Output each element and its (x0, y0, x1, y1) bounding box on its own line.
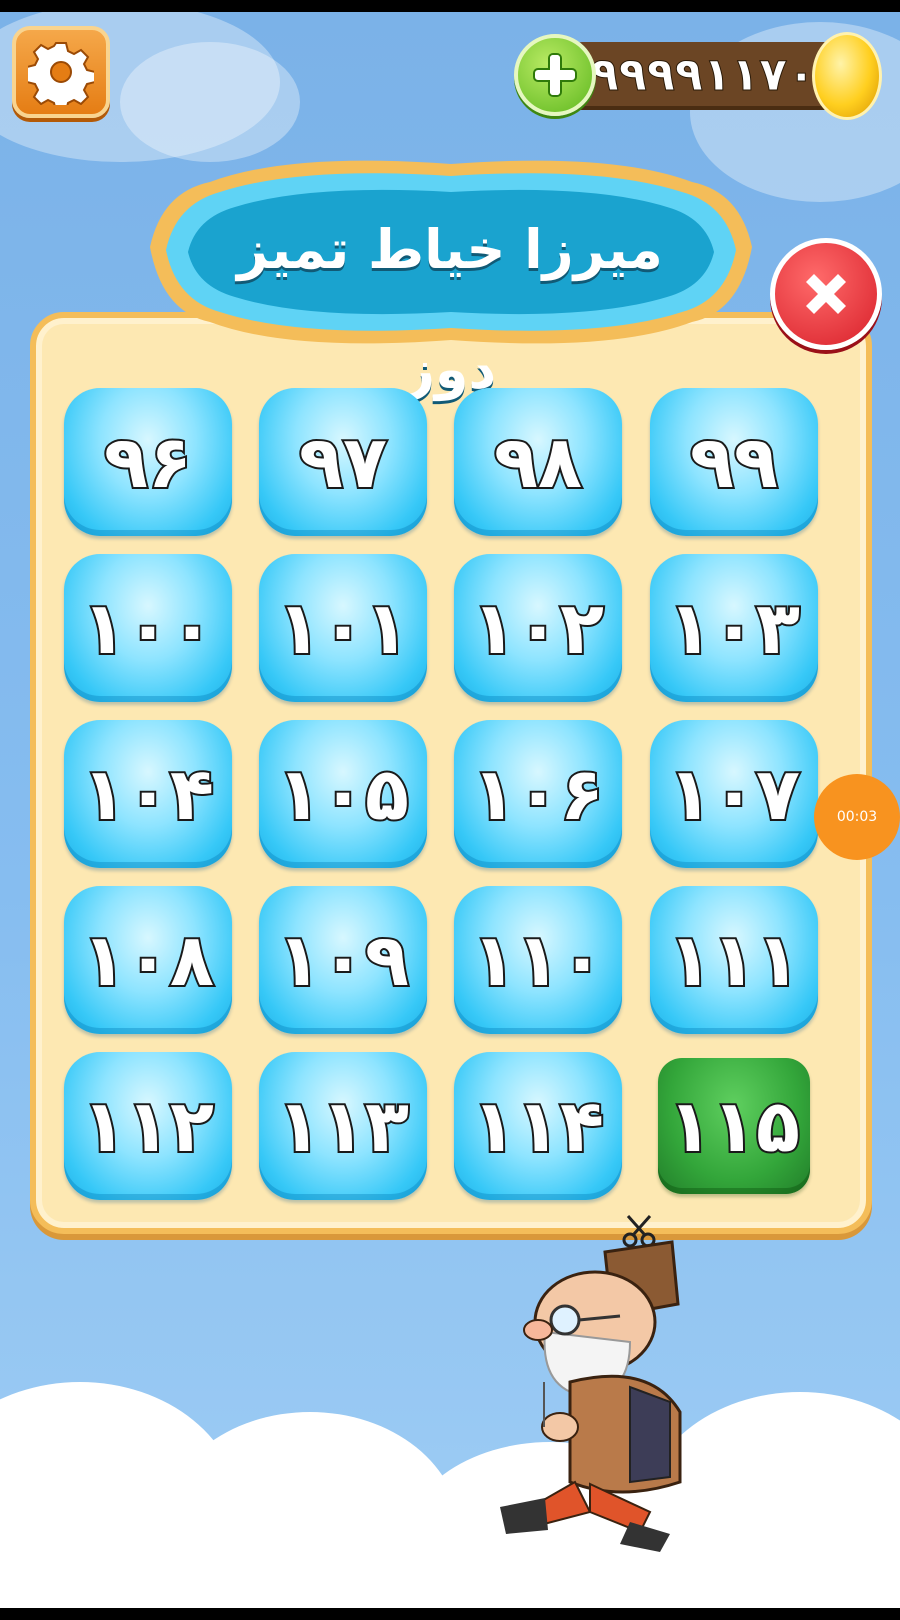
page-title: میرزا خیاط تمیز دوز (237, 218, 663, 401)
timer-badge: 00:03 (814, 774, 900, 860)
gold-coin-icon (812, 32, 882, 120)
level-number: ۹۸ (492, 418, 584, 506)
level-button[interactable]: ۹۸ (454, 388, 622, 536)
settings-button[interactable] (12, 26, 110, 118)
close-icon (806, 274, 846, 314)
level-button[interactable]: ۱۰۰ (64, 554, 232, 702)
level-number: ۱۰۲ (470, 584, 606, 672)
level-button[interactable]: ۱۰۳ (650, 554, 818, 702)
level-number: ۱۱۴ (470, 1082, 606, 1170)
level-button[interactable]: ۱۰۲ (454, 554, 622, 702)
level-number: ۱۰۹ (275, 916, 411, 1004)
level-number: ۱۰۱ (275, 584, 411, 672)
level-number: ۱۰۴ (80, 750, 216, 838)
level-button[interactable]: ۱۱۱ (650, 886, 818, 1034)
level-number: ۱۰۵ (275, 750, 411, 838)
level-button[interactable]: ۱۱۴ (454, 1052, 622, 1200)
background-cloud (120, 42, 300, 162)
level-button[interactable]: ۱۰۱ (259, 554, 427, 702)
level-button[interactable]: ۱۰۵ (259, 720, 427, 868)
level-button[interactable]: ۹۶ (64, 388, 232, 536)
add-coins-button[interactable] (514, 34, 596, 116)
level-button[interactable]: ۱۰۷ (650, 720, 818, 868)
level-number: ۱۱۲ (80, 1082, 216, 1170)
level-number: ۱۱۵ (666, 1082, 802, 1170)
level-number: ۱۱۳ (275, 1082, 411, 1170)
level-number: ۱۰۷ (666, 750, 802, 838)
level-button[interactable]: ۱۱۳ (259, 1052, 427, 1200)
plus-icon (533, 53, 577, 97)
coin-count: ۹۹۹۹۱۱۷۰ (590, 47, 816, 102)
level-button[interactable]: ۹۹ (650, 388, 818, 536)
level-number: ۱۱۰ (470, 916, 606, 1004)
level-button[interactable]: ۱۱۰ (454, 886, 622, 1034)
gear-icon (28, 42, 94, 105)
level-button[interactable]: ۱۱۲ (64, 1052, 232, 1200)
scissors-icon (622, 1215, 656, 1248)
level-button-current[interactable]: ۱۱۵ (658, 1058, 810, 1194)
level-select-screen: ۹۹۹۹۱۱۷۰ میرزا خیاط تمیز دوز ۹۶ ۹۷ ۹۸ ۹۹ ۱۰۰… (0, 12, 900, 1608)
level-button[interactable]: ۱۰۶ (454, 720, 622, 868)
level-button[interactable]: ۱۰۹ (259, 886, 427, 1034)
level-button[interactable]: ۱۰۸ (64, 886, 232, 1034)
level-number: ۹۶ (102, 418, 194, 506)
level-number: ۹۷ (297, 418, 389, 506)
level-number: ۹۹ (688, 418, 780, 506)
level-number: ۱۰۶ (470, 750, 606, 838)
level-button[interactable]: ۱۰۴ (64, 720, 232, 868)
foreground-cloud (0, 1492, 900, 1608)
level-number: ۱۰۰ (80, 584, 216, 672)
level-number: ۱۰۸ (80, 916, 216, 1004)
level-number: ۱۰۳ (666, 584, 802, 672)
level-button[interactable]: ۹۷ (259, 388, 427, 536)
close-button[interactable] (770, 238, 882, 350)
level-number: ۱۱۱ (666, 916, 802, 1004)
tailor-character (500, 1215, 682, 1552)
